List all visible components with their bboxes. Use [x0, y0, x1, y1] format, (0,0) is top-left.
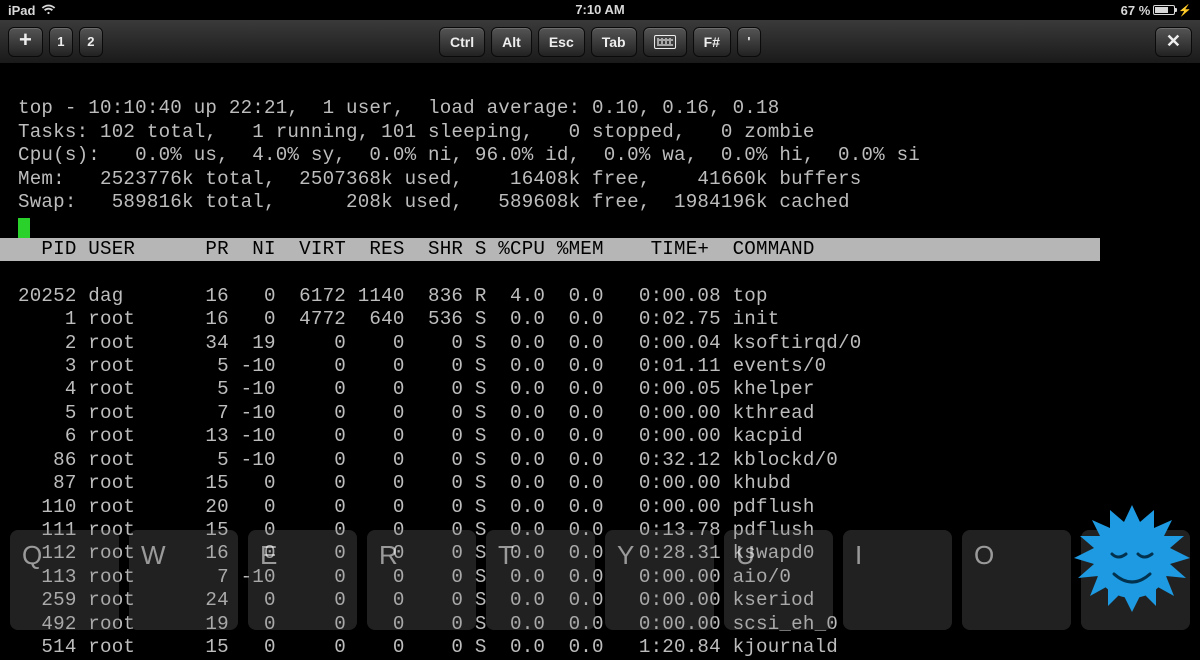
process-row: 1 root 16 0 4772 640 536 S 0.0 0.0 0:02.… — [18, 308, 779, 330]
process-row: 3 root 5 -10 0 0 0 S 0.0 0.0 0:01.11 eve… — [18, 355, 826, 377]
process-row: 87 root 15 0 0 0 0 S 0.0 0.0 0:00.00 khu… — [18, 472, 791, 494]
process-row: 6 root 13 -10 0 0 0 S 0.0 0.0 0:00.00 ka… — [18, 425, 803, 447]
charging-icon: ⚡ — [1178, 4, 1192, 17]
top-summary-line-1: top - 10:10:40 up 22:21, 1 user, load av… — [18, 97, 779, 119]
terminal-output[interactable]: top - 10:10:40 up 22:21, 1 user, load av… — [0, 64, 1200, 660]
process-row: 492 root 19 0 0 0 0 S 0.0 0.0 0:00.00 sc… — [18, 613, 838, 635]
function-keys-button[interactable]: F# — [693, 27, 731, 57]
process-row: 86 root 5 -10 0 0 0 S 0.0 0.0 0:32.12 kb… — [18, 449, 838, 471]
battery-indicator: 67 % ⚡ — [1121, 3, 1192, 18]
app-toolbar: + 1 2 Ctrl Alt Esc Tab F# ' ✕ — [0, 20, 1200, 64]
process-row: 259 root 24 0 0 0 0 S 0.0 0.0 0:00.00 ks… — [18, 589, 815, 611]
process-row: 110 root 20 0 0 0 0 S 0.0 0.0 0:00.00 pd… — [18, 496, 815, 518]
process-row: 2 root 34 19 0 0 0 S 0.0 0.0 0:00.04 kso… — [18, 332, 861, 354]
process-row: 5 root 7 -10 0 0 0 S 0.0 0.0 0:00.00 kth… — [18, 402, 815, 424]
process-row: 111 root 15 0 0 0 0 S 0.0 0.0 0:13.78 pd… — [18, 519, 815, 541]
process-row: 4 root 5 -10 0 0 0 S 0.0 0.0 0:00.05 khe… — [18, 378, 815, 400]
process-row: 20252 dag 16 0 6172 1140 836 R 4.0 0.0 0… — [18, 285, 768, 307]
process-row: 514 root 15 0 0 0 0 S 0.0 0.0 1:20.84 kj… — [18, 636, 838, 658]
close-button[interactable]: ✕ — [1155, 27, 1192, 57]
top-summary-line-4: Mem: 2523776k total, 2507368k used, 1640… — [18, 168, 861, 190]
terminal-cursor — [18, 218, 30, 238]
wifi-icon — [41, 4, 56, 16]
top-summary-line-3: Cpu(s): 0.0% us, 4.0% sy, 0.0% ni, 96.0%… — [18, 144, 920, 166]
top-summary-line-5: Swap: 589816k total, 208k used, 589608k … — [18, 191, 850, 213]
clock: 7:10 AM — [575, 2, 624, 17]
session-tab-1[interactable]: 1 — [49, 27, 73, 57]
ios-status-bar: iPad 7:10 AM 67 % ⚡ — [0, 0, 1200, 20]
mascot-icon — [1072, 502, 1192, 622]
alt-key-button[interactable]: Alt — [491, 27, 532, 57]
apostrophe-key-button[interactable]: ' — [737, 27, 761, 57]
session-tab-2[interactable]: 2 — [79, 27, 103, 57]
new-session-button[interactable]: + — [8, 27, 43, 57]
esc-key-button[interactable]: Esc — [538, 27, 585, 57]
tab-key-button[interactable]: Tab — [591, 27, 637, 57]
process-table-header: PID USER PR NI VIRT RES SHR S %CPU %MEM … — [0, 238, 1100, 261]
battery-percent: 67 % — [1121, 3, 1151, 18]
device-label: iPad — [8, 3, 35, 18]
process-row: 113 root 7 -10 0 0 0 S 0.0 0.0 0:00.00 a… — [18, 566, 791, 588]
toggle-keyboard-button[interactable] — [643, 27, 687, 57]
keyboard-icon — [654, 35, 676, 49]
battery-icon — [1153, 5, 1175, 15]
process-row: 112 root 16 0 0 0 0 S 0.0 0.0 0:28.31 ks… — [18, 542, 815, 564]
ctrl-key-button[interactable]: Ctrl — [439, 27, 485, 57]
top-summary-line-2: Tasks: 102 total, 1 running, 101 sleepin… — [18, 121, 815, 143]
